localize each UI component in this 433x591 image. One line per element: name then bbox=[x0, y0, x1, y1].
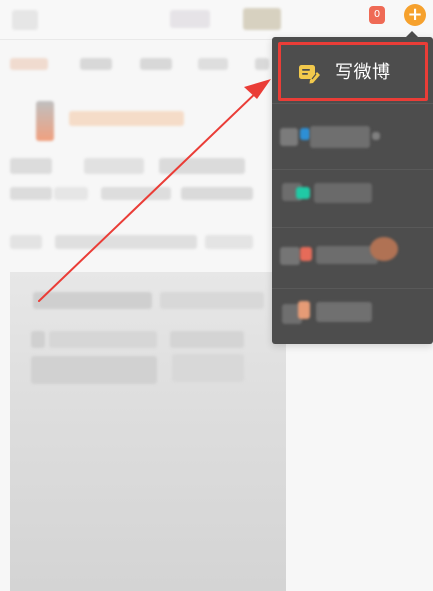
notification-count: 0 bbox=[373, 9, 381, 20]
menu-divider-2 bbox=[272, 169, 433, 170]
obscured-top-item-2 bbox=[170, 10, 210, 28]
obscured-feed-item-1a bbox=[33, 292, 152, 309]
obscured-menu-item-2[interactable] bbox=[280, 175, 430, 221]
obscured-menu-label-1 bbox=[310, 126, 370, 148]
obscured-menu-label-2 bbox=[314, 183, 372, 203]
obscured-menu-label-3b bbox=[370, 237, 398, 261]
obscured-menu-icon-3-accent bbox=[300, 247, 312, 261]
add-button[interactable]: + bbox=[404, 4, 426, 26]
obscured-menu-item-1[interactable] bbox=[280, 116, 430, 162]
obscured-row-3b bbox=[55, 235, 197, 249]
obscured-row-2c bbox=[101, 187, 171, 200]
obscured-menu-icon-1 bbox=[280, 128, 298, 146]
obscured-menu-label-1b bbox=[372, 132, 380, 140]
menu-divider-3 bbox=[272, 227, 433, 228]
obscured-tab-5 bbox=[255, 58, 269, 70]
obscured-feed-item-2c bbox=[170, 331, 244, 348]
obscured-tab-2 bbox=[80, 58, 112, 70]
obscured-menu-icon-1-accent bbox=[300, 128, 310, 140]
compose-icon bbox=[299, 65, 320, 84]
menu-item-write-weibo-label: 写微博 bbox=[335, 62, 391, 83]
obscured-feed-item-2b bbox=[49, 331, 157, 348]
obscured-menu-icon-3 bbox=[280, 247, 300, 265]
obscured-tab-1 bbox=[10, 58, 48, 70]
obscured-feed-item-1b bbox=[160, 292, 264, 309]
obscured-row-2b bbox=[54, 187, 88, 200]
top-navigation-bar: 0 + bbox=[0, 0, 433, 40]
obscured-menu-icon-4-accent bbox=[298, 301, 310, 319]
obscured-menu-icon-2-accent bbox=[296, 187, 310, 199]
obscured-tab-4 bbox=[198, 58, 228, 70]
obscured-feed-panel bbox=[10, 272, 286, 591]
obscured-top-item-1 bbox=[12, 10, 38, 30]
obscured-top-item-3 bbox=[243, 8, 281, 30]
compose-dropdown-menu: 写微博 bbox=[272, 37, 433, 344]
obscured-row-2a bbox=[10, 187, 52, 200]
obscured-menu-item-4[interactable] bbox=[280, 294, 430, 340]
obscured-row-3a bbox=[10, 235, 42, 249]
obscured-row-1b bbox=[84, 158, 144, 174]
obscured-avatar bbox=[36, 101, 54, 141]
obscured-menu-label-3 bbox=[316, 246, 378, 264]
obscured-menu-item-3[interactable] bbox=[280, 231, 430, 277]
add-icon: + bbox=[407, 4, 423, 25]
obscured-row-3c bbox=[205, 235, 253, 249]
menu-item-write-weibo[interactable]: 写微博 bbox=[278, 42, 428, 101]
obscured-feed-item-2a bbox=[31, 331, 45, 348]
menu-divider-1 bbox=[272, 103, 433, 104]
obscured-post-title bbox=[69, 111, 184, 126]
obscured-row-1a bbox=[10, 158, 52, 174]
screen: 0 + 写微博 bbox=[0, 0, 433, 591]
notification-badge[interactable]: 0 bbox=[369, 6, 385, 24]
obscured-menu-label-4 bbox=[316, 302, 372, 322]
obscured-tab-3 bbox=[140, 58, 172, 70]
obscured-feed-item-3a bbox=[31, 356, 157, 384]
menu-divider-4 bbox=[272, 288, 433, 289]
obscured-feed-item-3b bbox=[172, 354, 244, 382]
obscured-row-1c bbox=[159, 158, 245, 174]
obscured-row-2d bbox=[181, 187, 253, 200]
